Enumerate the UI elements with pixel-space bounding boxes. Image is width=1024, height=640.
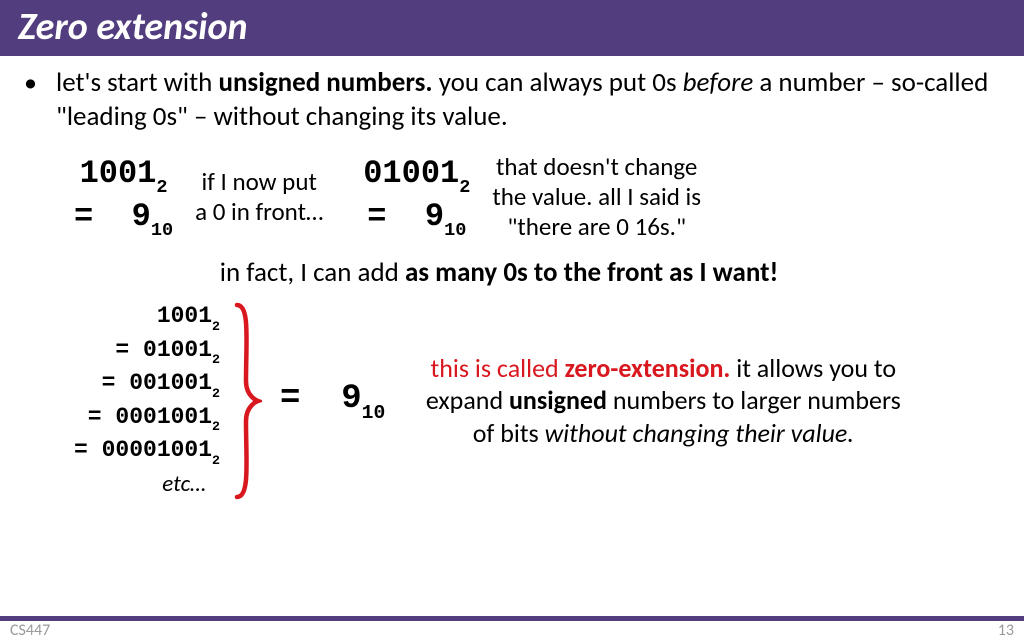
stack-row: = 000010012 bbox=[74, 435, 220, 469]
course-code: CS447 bbox=[10, 621, 50, 640]
binary-value: 01001 bbox=[363, 155, 459, 192]
binary-value: 1001 bbox=[80, 155, 157, 192]
stack-row: = 0010012 bbox=[74, 368, 220, 402]
slide-title: Zero extension bbox=[18, 4, 1006, 50]
stack-row: = 00010012 bbox=[74, 402, 220, 436]
text: let's start with bbox=[56, 66, 218, 99]
page-number: 13 bbox=[998, 621, 1014, 640]
decimal-value: 9 bbox=[425, 198, 444, 235]
text: that doesn't change bbox=[496, 151, 697, 182]
text: you can always put 0s bbox=[433, 66, 683, 99]
text-bold: as many 0s to the front as I want! bbox=[405, 256, 778, 289]
text: if I now put bbox=[201, 166, 316, 197]
text-bold: zero-extension. bbox=[565, 352, 731, 384]
slide: Zero extension let's start with unsigned… bbox=[0, 0, 1024, 640]
text-bold: unsigned numbers. bbox=[218, 66, 432, 99]
note-1: if I now put a 0 in front… bbox=[195, 167, 323, 227]
curly-brace-icon bbox=[232, 301, 262, 501]
equation-1: 10012 = 910 bbox=[74, 154, 173, 239]
text-bold: unsigned bbox=[509, 384, 607, 416]
slide-content: let's start with unsigned numbers. you c… bbox=[0, 56, 1024, 501]
subscript: 2 bbox=[156, 177, 167, 198]
text: in fact, I can add bbox=[220, 256, 405, 289]
title-bar: Zero extension bbox=[0, 0, 1024, 56]
stack-etc: etc… bbox=[74, 469, 220, 500]
note-2: that doesn't change the value. all I sai… bbox=[492, 152, 701, 242]
example-row-2: 10012 = 010012 = 0010012 = 00010012 = 00… bbox=[74, 301, 994, 501]
text-italic: before bbox=[683, 66, 754, 99]
result-equation: = 910 bbox=[280, 380, 385, 421]
subscript: 10 bbox=[151, 220, 173, 241]
stack-row: = 010012 bbox=[74, 335, 220, 369]
decimal-value: 9 bbox=[341, 380, 361, 418]
example-row-1: 10012 = 910 if I now put a 0 in front… 0… bbox=[74, 152, 994, 242]
decimal-value: 9 bbox=[132, 198, 151, 235]
explanation-text: this is called zero-extension. it allows… bbox=[423, 352, 903, 450]
equals: = bbox=[280, 380, 321, 418]
bullet-intro: let's start with unsigned numbers. you c… bbox=[44, 66, 994, 134]
stack-row: 10012 bbox=[74, 301, 220, 335]
text: "there are 0 16s." bbox=[507, 211, 686, 242]
equals: = bbox=[367, 198, 405, 235]
subscript: 10 bbox=[444, 220, 466, 241]
equation-2: 010012 = 910 bbox=[363, 154, 470, 239]
text: a 0 in front… bbox=[195, 196, 323, 227]
binary-stack: 10012 = 010012 = 0010012 = 00010012 = 00… bbox=[74, 301, 220, 500]
emphasis-line: in fact, I can add as many 0s to the fro… bbox=[4, 256, 994, 289]
text-italic: without changing their value. bbox=[545, 417, 854, 449]
text: this is called bbox=[431, 352, 565, 384]
subscript: 10 bbox=[362, 402, 386, 424]
equals: = bbox=[74, 198, 112, 235]
footer: CS447 13 bbox=[0, 616, 1024, 640]
text: the value. all I said is bbox=[492, 181, 701, 212]
subscript: 2 bbox=[459, 177, 470, 198]
